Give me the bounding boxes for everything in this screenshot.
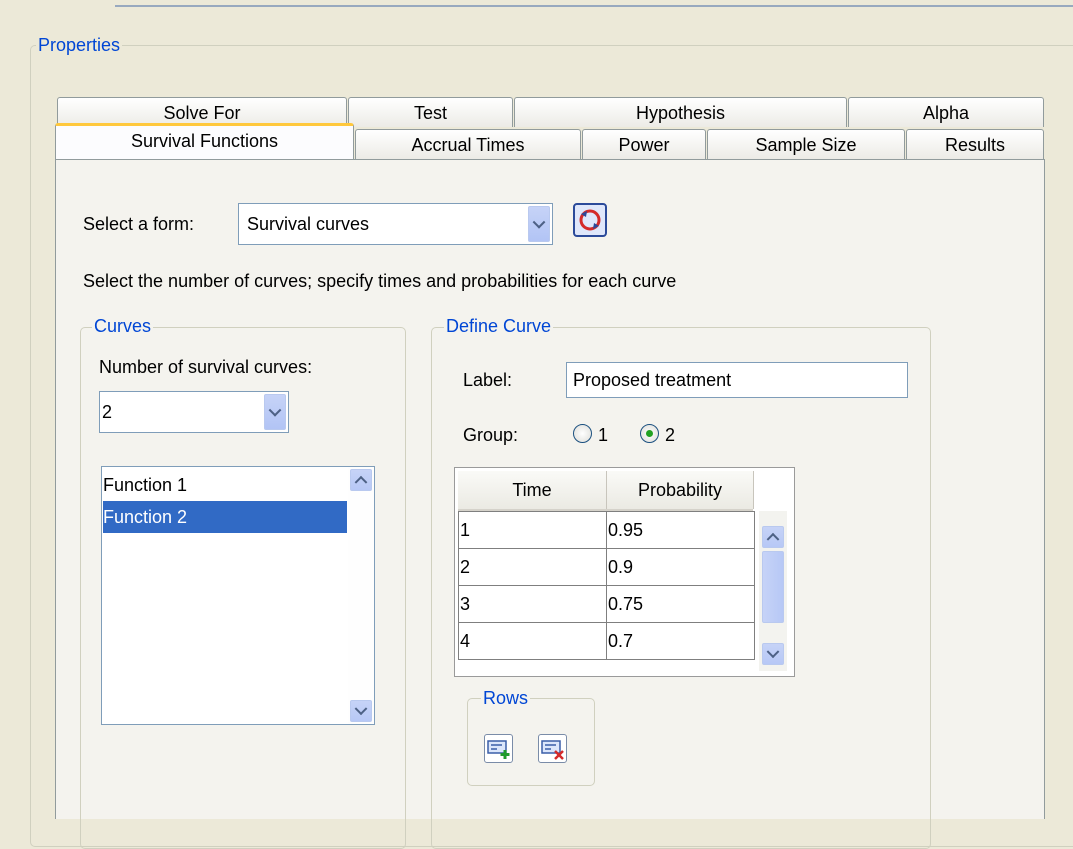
probability-cell[interactable]: 0.9 [606, 548, 755, 586]
probability-table[interactable]: Time Probability 1 0.95 2 0.9 3 0.75 4 0… [454, 467, 795, 677]
curve-label-field[interactable]: Proposed treatment [566, 362, 908, 398]
add-row-button[interactable] [484, 734, 513, 763]
probability-cell[interactable]: 0.7 [606, 622, 755, 660]
tab-accrual-times[interactable]: Accrual Times [355, 129, 581, 159]
scroll-up-icon[interactable] [762, 526, 784, 548]
table-header: Time Probability [458, 471, 754, 511]
group-radio-1[interactable] [573, 424, 592, 443]
chevron-down-icon[interactable] [264, 394, 286, 430]
scroll-down-icon[interactable] [762, 643, 784, 665]
instruction-text: Select the number of curves; specify tim… [83, 271, 677, 291]
time-cell[interactable]: 4 [458, 622, 607, 660]
group-radio-2-label: 2 [665, 425, 676, 445]
form-select[interactable]: Survival curves [238, 203, 553, 245]
select-form-label: Select a form: [83, 214, 195, 234]
group-radio-1-label: 1 [598, 425, 609, 445]
add-row-icon [487, 740, 510, 759]
survival-functions-panel: Select a form: Survival curves Select th… [55, 159, 1045, 849]
curves-title: Curves [92, 316, 154, 336]
time-cell[interactable]: 3 [458, 585, 607, 623]
group-radio-2[interactable] [640, 424, 659, 443]
scroll-up-icon[interactable] [350, 469, 372, 491]
tab-hypothesis[interactable]: Hypothesis [514, 97, 847, 127]
time-cell[interactable]: 1 [458, 511, 607, 549]
list-item[interactable]: Function 2 [103, 501, 347, 533]
time-cell[interactable]: 2 [458, 548, 607, 586]
delete-row-button[interactable] [538, 734, 567, 763]
tab-test[interactable]: Test [348, 97, 513, 127]
scroll-down-icon[interactable] [350, 700, 372, 722]
refresh-icon [579, 209, 601, 231]
table-row[interactable]: 2 0.9 [458, 548, 755, 586]
curve-count-label: Number of survival curves: [99, 357, 313, 377]
define-curve-title: Define Curve [444, 316, 554, 336]
delete-row-icon [541, 740, 564, 760]
tab-sample-size[interactable]: Sample Size [707, 129, 905, 159]
group-caption: Group: [463, 425, 519, 445]
probability-cell[interactable]: 0.95 [606, 511, 755, 549]
table-body: 1 0.95 2 0.9 3 0.75 4 0.7 [458, 511, 755, 660]
rows-title: Rows [481, 688, 531, 708]
column-header-probability[interactable]: Probability [607, 471, 754, 509]
curve-count-value: 2 [102, 402, 113, 422]
top-divider [115, 5, 1073, 7]
curve-count-select[interactable]: 2 [99, 391, 289, 433]
properties-title: Properties [36, 35, 123, 55]
curve-label-caption: Label: [463, 370, 513, 390]
table-scrollbar[interactable] [759, 511, 787, 671]
tab-power[interactable]: Power [582, 129, 706, 159]
table-row[interactable]: 1 0.95 [458, 511, 755, 549]
function-list[interactable]: Function 1 Function 2 [101, 466, 375, 725]
table-row[interactable]: 3 0.75 [458, 585, 755, 623]
tab-alpha[interactable]: Alpha [848, 97, 1044, 127]
refresh-button[interactable] [573, 203, 607, 237]
tab-survival-functions[interactable]: Survival Functions [55, 123, 354, 159]
list-item[interactable]: Function 1 [103, 469, 347, 501]
column-header-time[interactable]: Time [458, 471, 607, 509]
scroll-thumb[interactable] [762, 551, 784, 623]
probability-cell[interactable]: 0.75 [606, 585, 755, 623]
chevron-down-icon[interactable] [528, 206, 550, 242]
list-scrollbar[interactable] [348, 467, 374, 724]
table-row[interactable]: 4 0.7 [458, 622, 755, 660]
form-select-value: Survival curves [247, 214, 370, 234]
tab-results[interactable]: Results [906, 129, 1044, 159]
